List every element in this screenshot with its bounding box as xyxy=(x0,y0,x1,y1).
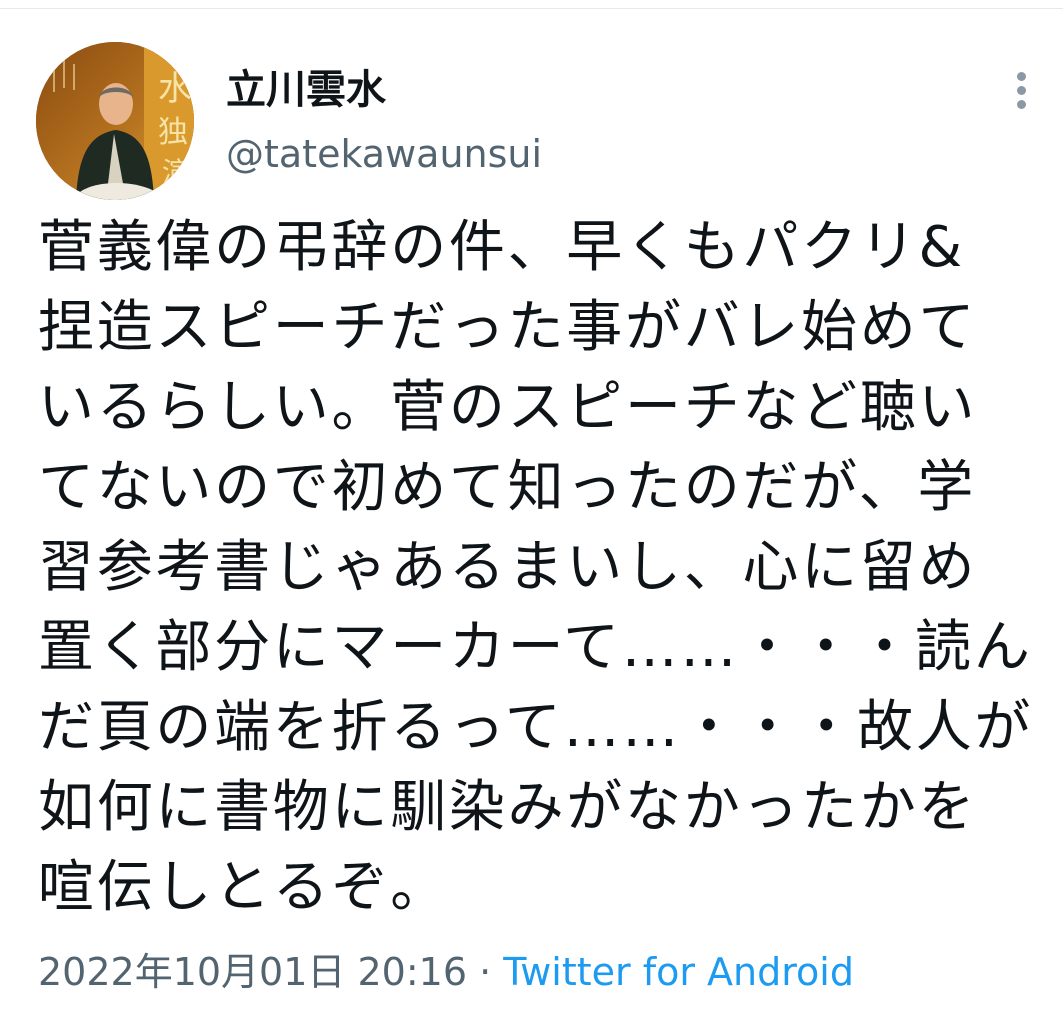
tweet-timestamp[interactable]: 2022年10月01日 20:16 xyxy=(38,950,467,994)
avatar-image: 水 独 演 xyxy=(36,42,194,200)
tweet-meta: 2022年10月01日 20:16 · Twitter for Android xyxy=(38,944,854,1000)
more-vertical-icon xyxy=(1017,72,1026,81)
display-name[interactable]: 立川雲水 xyxy=(226,62,386,118)
user-handle[interactable]: @tatekawaunsui xyxy=(226,128,542,180)
avatar[interactable]: 水 独 演 xyxy=(36,42,194,200)
more-vertical-icon-dot xyxy=(1017,100,1026,109)
meta-separator: · xyxy=(467,950,504,994)
avatar-poster-char-3: 演 xyxy=(162,156,190,189)
avatar-poster-char-2: 独 xyxy=(158,115,188,150)
more-vertical-icon-dot xyxy=(1017,86,1026,95)
tweet-source-link[interactable]: Twitter for Android xyxy=(503,950,854,994)
avatar-poster-char-1: 水 xyxy=(158,69,192,109)
more-options-button[interactable] xyxy=(1000,66,1044,114)
tweet-text: 菅義偉の弔辞の件、早くもパクリ& 捏造スピーチだった事がバレ始めて いるらしい。… xyxy=(38,215,1034,920)
tweet-card: 水 独 演 立川雲水 @tatekawaunsui 菅義偉の弔辞の件、早くもパク… xyxy=(0,0,1063,1021)
